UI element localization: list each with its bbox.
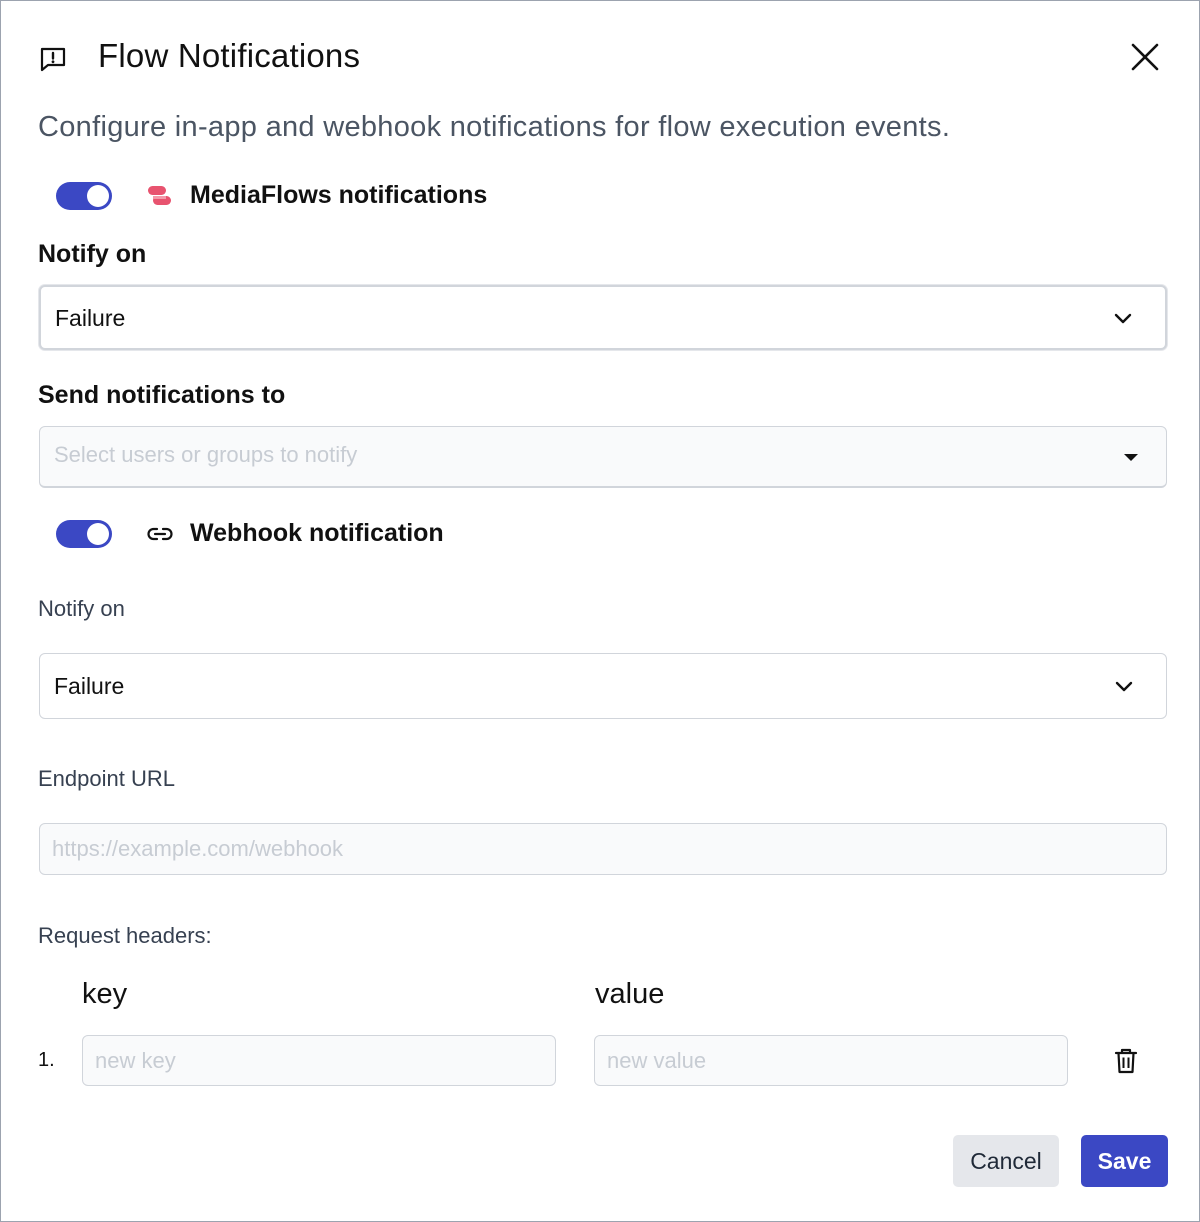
recipients-placeholder: Select users or groups to notify [54,442,358,467]
header-key-input[interactable] [82,1035,556,1086]
mediaflows-notifications-toggle[interactable] [56,182,112,210]
select-value: Failure [55,305,126,331]
close-icon[interactable] [1127,39,1163,75]
header-value-input[interactable] [594,1035,1068,1086]
dialog-title: Flow Notifications [98,37,361,74]
endpoint-url-input[interactable] [39,823,1167,875]
cancel-button[interactable]: Cancel [953,1135,1059,1187]
select-value: Failure [54,673,125,699]
mediaflows-notify-on-label: Notify on [38,240,147,268]
trash-icon[interactable] [1113,1047,1139,1075]
message-alert-icon [40,47,66,72]
headers-value-column-header: value [595,978,665,1010]
toggle-knob [87,523,109,545]
request-headers-label: Request headers: [38,923,212,948]
flow-notifications-dialog: Flow Notifications Configure in-app and … [0,0,1200,1222]
mediaflows-notify-on-select[interactable]: Failure [39,285,1167,350]
chevron-down-icon [1115,681,1133,692]
webhook-notify-on-select[interactable]: Failure [39,653,1167,719]
headers-key-column-header: key [82,978,128,1010]
header-row-index: 1. [38,1049,55,1071]
mediaflows-logo-icon [148,186,171,205]
webhook-notify-on-label: Notify on [38,596,125,621]
endpoint-url-label: Endpoint URL [38,766,175,791]
caret-down-icon [1124,454,1138,461]
toggle-knob [87,185,109,207]
recipients-multiselect[interactable]: Select users or groups to notify [39,426,1167,488]
mediaflows-section-title: MediaFlows notifications [190,181,488,209]
send-notifications-to-label: Send notifications to [38,381,286,409]
dialog-description: Configure in-app and webhook notificatio… [38,111,951,143]
chevron-down-icon [1114,313,1132,324]
webhook-notification-toggle[interactable] [56,520,112,548]
save-button[interactable]: Save [1081,1135,1168,1187]
webhook-section-title: Webhook notification [190,519,444,547]
link-icon [147,527,173,541]
